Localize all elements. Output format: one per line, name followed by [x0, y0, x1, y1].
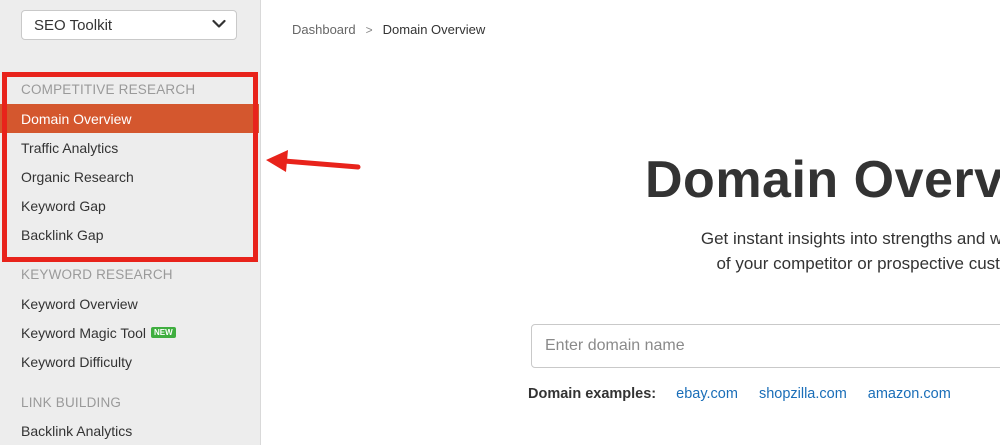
page-subtitle-line-1: Get instant insights into strengths and … — [700, 229, 1000, 248]
sidebar-item-label: Keyword Magic Tool — [21, 324, 147, 341]
section-heading-competitive-research: COMPETITIVE RESEARCH — [21, 82, 196, 97]
page-title: Domain Overvi — [645, 151, 1000, 209]
example-link-amazon[interactable]: amazon.com — [868, 386, 951, 402]
sidebar-item-label: Domain Overview — [21, 110, 132, 127]
breadcrumb-separator: > — [365, 22, 373, 37]
sidebar-item-backlink-analytics[interactable]: Backlink Analytics — [0, 416, 259, 445]
sidebar-item-label: Backlink Analytics — [21, 422, 133, 439]
page: SEO Toolkit COMPETITIVE RESEARCH Domain … — [0, 0, 1000, 445]
sidebar-item-label: Keyword Difficulty — [21, 353, 133, 370]
domain-examples: Domain examples: ebay.com shopzilla.com … — [528, 386, 972, 402]
toolkit-select[interactable]: SEO Toolkit — [21, 10, 237, 40]
domain-examples-label: Domain examples: — [528, 386, 657, 402]
breadcrumb-current: Domain Overview — [382, 22, 486, 37]
page-subtitle: Get instant insights into strengths and … — [570, 226, 1000, 276]
toolkit-select-label: SEO Toolkit — [34, 16, 113, 34]
sidebar-item-keyword-gap[interactable]: Keyword Gap — [0, 191, 259, 220]
sidebar-item-label: Keyword Overview — [21, 295, 138, 312]
section-heading-link-building: LINK BUILDING — [21, 395, 122, 410]
sidebar-item-domain-overview[interactable]: Domain Overview — [0, 104, 259, 133]
sidebar-item-keyword-magic-tool[interactable]: Keyword Magic Tool NEW — [0, 318, 259, 347]
sidebar-item-label: Keyword Gap — [21, 197, 106, 214]
domain-search-input[interactable] — [531, 324, 1000, 368]
example-link-shopzilla[interactable]: shopzilla.com — [759, 386, 847, 402]
sidebar-item-label: Organic Research — [21, 168, 134, 185]
sidebar-item-traffic-analytics[interactable]: Traffic Analytics — [0, 133, 259, 162]
section-heading-keyword-research: KEYWORD RESEARCH — [21, 267, 173, 282]
breadcrumb-dashboard[interactable]: Dashboard — [292, 22, 356, 37]
sidebar-item-organic-research[interactable]: Organic Research — [0, 162, 259, 191]
sidebar-item-backlink-gap[interactable]: Backlink Gap — [0, 220, 259, 249]
red-arrow-icon — [266, 150, 361, 172]
sidebar-item-keyword-difficulty[interactable]: Keyword Difficulty — [0, 347, 259, 376]
sidebar: SEO Toolkit COMPETITIVE RESEARCH Domain … — [0, 0, 261, 445]
breadcrumb: Dashboard > Domain Overview — [292, 22, 485, 37]
sidebar-item-label: Backlink Gap — [21, 226, 104, 243]
chevron-down-icon — [212, 19, 226, 28]
page-subtitle-line-2: of your competitor or prospective custom — [716, 254, 1000, 273]
new-badge: NEW — [151, 327, 176, 338]
sidebar-item-label: Traffic Analytics — [21, 139, 119, 156]
sidebar-item-keyword-overview[interactable]: Keyword Overview — [0, 289, 259, 318]
example-link-ebay[interactable]: ebay.com — [676, 386, 738, 402]
